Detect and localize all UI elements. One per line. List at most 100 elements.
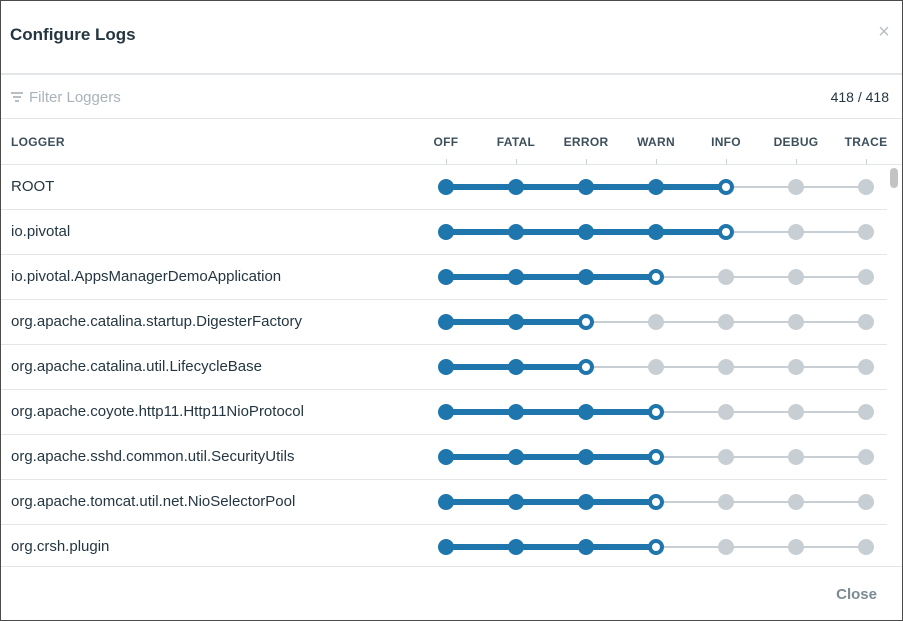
dialog-footer: Close bbox=[1, 566, 902, 620]
level-dot-fatal[interactable] bbox=[508, 314, 524, 330]
level-dot-warn[interactable] bbox=[648, 404, 664, 420]
slider-track-fill bbox=[446, 454, 656, 460]
logger-column-header: LOGGER bbox=[11, 135, 65, 149]
level-header-off: OFF bbox=[433, 135, 459, 149]
log-level-slider[interactable] bbox=[1, 345, 887, 390]
level-dot-fatal[interactable] bbox=[508, 539, 524, 555]
level-dot-off[interactable] bbox=[438, 494, 454, 510]
level-dot-trace[interactable] bbox=[858, 449, 874, 465]
logger-row: org.apache.coyote.http11.Http11NioProtoc… bbox=[1, 390, 887, 435]
level-dot-trace[interactable] bbox=[858, 494, 874, 510]
logger-count: 418 / 418 bbox=[830, 89, 889, 105]
configure-logs-dialog: Configure Logs × 418 / 418 LOGGER OFF FAT… bbox=[0, 0, 903, 621]
level-dot-error[interactable] bbox=[578, 359, 594, 375]
log-level-slider[interactable] bbox=[1, 210, 887, 255]
level-dot-trace[interactable] bbox=[858, 404, 874, 420]
level-dot-warn[interactable] bbox=[648, 359, 664, 375]
level-dot-fatal[interactable] bbox=[508, 494, 524, 510]
level-dot-info[interactable] bbox=[718, 224, 734, 240]
column-header: LOGGER OFF FATAL ERROR WARN INFO DEBUG TRACE bbox=[1, 120, 902, 165]
level-dot-trace[interactable] bbox=[858, 539, 874, 555]
level-dot-off[interactable] bbox=[438, 539, 454, 555]
level-dot-trace[interactable] bbox=[858, 359, 874, 375]
level-tick bbox=[726, 159, 727, 164]
level-tick bbox=[656, 159, 657, 164]
level-dot-off[interactable] bbox=[438, 269, 454, 285]
level-dot-off[interactable] bbox=[438, 359, 454, 375]
level-dot-error[interactable] bbox=[578, 269, 594, 285]
level-dot-info[interactable] bbox=[718, 404, 734, 420]
level-dot-off[interactable] bbox=[438, 449, 454, 465]
slider-track-fill bbox=[446, 274, 656, 280]
level-dot-info[interactable] bbox=[718, 269, 734, 285]
level-dot-error[interactable] bbox=[578, 224, 594, 240]
level-dot-fatal[interactable] bbox=[508, 359, 524, 375]
level-tick bbox=[516, 159, 517, 164]
level-dot-error[interactable] bbox=[578, 314, 594, 330]
level-header-error: ERROR bbox=[563, 135, 609, 149]
scrollbar-thumb[interactable] bbox=[890, 168, 898, 188]
level-dot-error[interactable] bbox=[578, 539, 594, 555]
log-level-slider[interactable] bbox=[1, 165, 887, 210]
level-dot-info[interactable] bbox=[718, 494, 734, 510]
level-dot-info[interactable] bbox=[718, 314, 734, 330]
level-dot-fatal[interactable] bbox=[508, 449, 524, 465]
level-dot-warn[interactable] bbox=[648, 449, 664, 465]
scrollbar[interactable] bbox=[887, 165, 902, 566]
level-dot-fatal[interactable] bbox=[508, 179, 524, 195]
level-dot-debug[interactable] bbox=[788, 269, 804, 285]
level-dot-warn[interactable] bbox=[648, 224, 664, 240]
close-button[interactable]: Close bbox=[836, 586, 877, 603]
level-dot-info[interactable] bbox=[718, 179, 734, 195]
level-dot-info[interactable] bbox=[718, 539, 734, 555]
level-dot-error[interactable] bbox=[578, 449, 594, 465]
level-dot-debug[interactable] bbox=[788, 539, 804, 555]
level-tick bbox=[586, 159, 587, 164]
level-dot-warn[interactable] bbox=[648, 179, 664, 195]
level-dot-fatal[interactable] bbox=[508, 269, 524, 285]
level-dot-warn[interactable] bbox=[648, 269, 664, 285]
log-level-slider[interactable] bbox=[1, 435, 887, 480]
level-dot-debug[interactable] bbox=[788, 404, 804, 420]
level-dot-warn[interactable] bbox=[648, 539, 664, 555]
level-dot-off[interactable] bbox=[438, 314, 454, 330]
level-dot-trace[interactable] bbox=[858, 179, 874, 195]
slider-track-fill bbox=[446, 409, 656, 415]
level-dot-debug[interactable] bbox=[788, 179, 804, 195]
level-dot-off[interactable] bbox=[438, 224, 454, 240]
log-level-slider[interactable] bbox=[1, 300, 887, 345]
log-level-slider[interactable] bbox=[1, 255, 887, 300]
level-dot-trace[interactable] bbox=[858, 269, 874, 285]
slider-track-fill bbox=[446, 499, 656, 505]
level-dot-debug[interactable] bbox=[788, 359, 804, 375]
filter-loggers-input[interactable] bbox=[29, 86, 529, 108]
logger-row: org.apache.sshd.common.util.SecurityUtil… bbox=[1, 435, 887, 480]
level-dot-debug[interactable] bbox=[788, 494, 804, 510]
level-dot-error[interactable] bbox=[578, 404, 594, 420]
level-dot-fatal[interactable] bbox=[508, 404, 524, 420]
level-dot-off[interactable] bbox=[438, 179, 454, 195]
logger-row: org.crsh.plugin bbox=[1, 525, 887, 566]
level-dot-debug[interactable] bbox=[788, 314, 804, 330]
level-dot-warn[interactable] bbox=[648, 494, 664, 510]
level-dot-error[interactable] bbox=[578, 179, 594, 195]
level-dot-info[interactable] bbox=[718, 359, 734, 375]
logger-row: org.apache.tomcat.util.net.NioSelectorPo… bbox=[1, 480, 887, 525]
level-dot-off[interactable] bbox=[438, 404, 454, 420]
level-dot-info[interactable] bbox=[718, 449, 734, 465]
log-level-slider[interactable] bbox=[1, 480, 887, 525]
level-dot-fatal[interactable] bbox=[508, 224, 524, 240]
log-level-slider[interactable] bbox=[1, 525, 887, 566]
log-level-slider[interactable] bbox=[1, 390, 887, 435]
level-header-debug: DEBUG bbox=[773, 135, 819, 149]
level-dot-error[interactable] bbox=[578, 494, 594, 510]
level-dot-trace[interactable] bbox=[858, 224, 874, 240]
level-dot-warn[interactable] bbox=[648, 314, 664, 330]
level-header-info: INFO bbox=[711, 135, 741, 149]
level-tick bbox=[796, 159, 797, 164]
logger-row: ROOT bbox=[1, 165, 887, 210]
level-dot-debug[interactable] bbox=[788, 224, 804, 240]
close-icon[interactable]: × bbox=[876, 22, 892, 42]
level-dot-trace[interactable] bbox=[858, 314, 874, 330]
level-dot-debug[interactable] bbox=[788, 449, 804, 465]
